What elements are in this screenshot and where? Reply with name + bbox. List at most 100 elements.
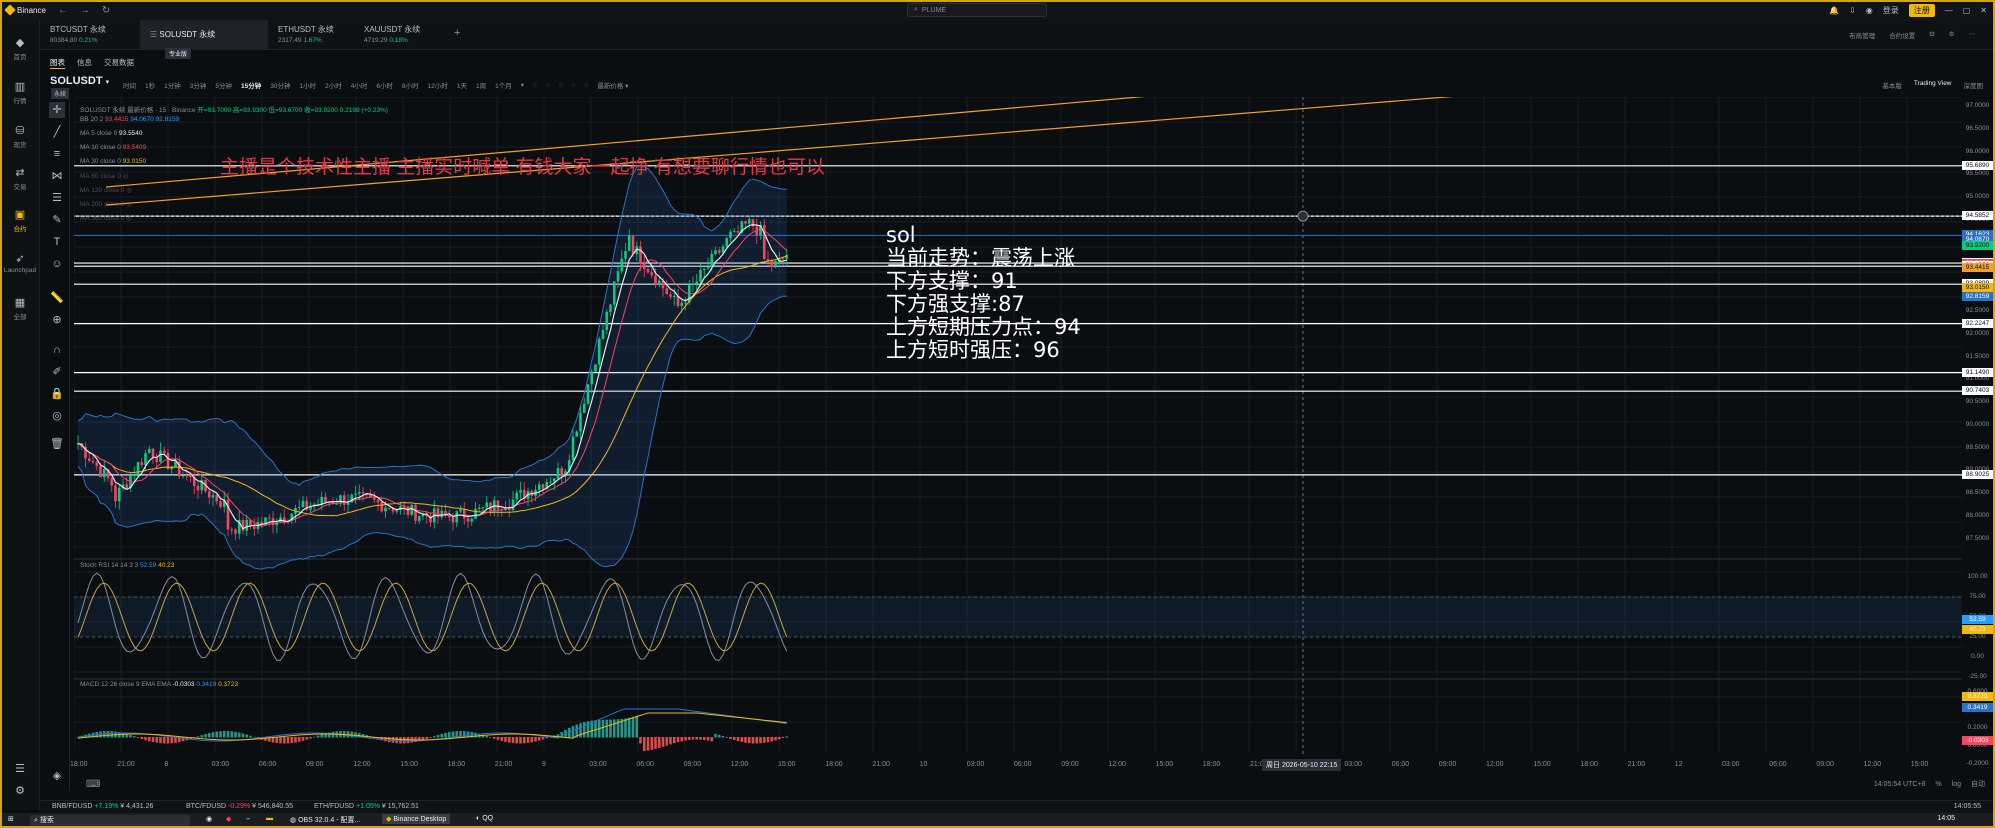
layout-icon[interactable]: ⊟ bbox=[1929, 30, 1934, 40]
settings-icon[interactable]: ⚙ bbox=[1949, 30, 1955, 40]
interval-9[interactable]: 4小时 bbox=[351, 80, 368, 90]
interval-1[interactable]: 1秒 bbox=[145, 80, 155, 90]
interval-4[interactable]: 5分钟 bbox=[215, 80, 232, 90]
search-input[interactable]: ⌕ PLUME bbox=[907, 3, 1047, 17]
edge-icon[interactable]: ◒ bbox=[246, 815, 250, 822]
layers-icon[interactable]: ◈ bbox=[49, 768, 65, 784]
subtab-chart[interactable]: 图表 bbox=[50, 57, 65, 69]
view-depth[interactable]: 深度图 bbox=[1964, 80, 1984, 90]
crosshair-icon[interactable]: ✛ bbox=[49, 102, 65, 118]
lock-icon[interactable]: 🔒 bbox=[49, 386, 65, 402]
tab-ethusdt[interactable]: ETHUSDT 永续 2317.49 1.67% bbox=[268, 20, 354, 50]
trend-line-icon[interactable]: ╱ bbox=[49, 124, 65, 140]
interval-13[interactable]: 1天 bbox=[457, 80, 467, 90]
ticker-item[interactable]: ETH/FDUSD +1.05% ¥ 15,762.51 bbox=[314, 803, 419, 810]
windows-start-icon[interactable]: ⊞ bbox=[8, 815, 14, 823]
pattern-icon[interactable]: ⋈ bbox=[49, 168, 65, 184]
view-basic[interactable]: 基本版 bbox=[1882, 80, 1902, 90]
futures-settings-link[interactable]: 合约设置 bbox=[1889, 30, 1915, 40]
text-icon[interactable]: T bbox=[49, 234, 65, 250]
eye-icon[interactable]: ◎ bbox=[126, 187, 132, 194]
minimize-icon[interactable]: — bbox=[1945, 6, 1953, 15]
price-type-select[interactable]: 最新价格 ▾ bbox=[597, 80, 628, 90]
eye-icon[interactable]: ◎ bbox=[49, 408, 65, 424]
emoji-icon[interactable]: ☺ bbox=[49, 256, 65, 272]
streamer-annotation[interactable]: 主播是个技术性主播 主播实时喊单 有钱大家一起挣 有想要聊行情也可以 bbox=[220, 152, 825, 179]
add-tab-icon[interactable]: + bbox=[444, 20, 470, 50]
ticker-item[interactable]: BTC/FDUSD -0.29% ¥ 546,840.55 bbox=[186, 803, 293, 810]
refresh-icon[interactable]: ↻ bbox=[102, 5, 110, 16]
maximize-icon[interactable]: ▢ bbox=[1963, 6, 1971, 15]
nav-markets[interactable]: ▥ 行情 bbox=[0, 80, 40, 105]
login-button[interactable]: 登录 bbox=[1883, 5, 1899, 16]
interval-12[interactable]: 12小时 bbox=[428, 80, 448, 90]
forward-arrow-icon[interactable]: → bbox=[80, 5, 90, 16]
log-toggle[interactable]: log bbox=[1952, 781, 1961, 788]
indicator-row[interactable]: MA 120 close 0 ◎ bbox=[80, 186, 132, 194]
interval-5[interactable]: 15分钟 bbox=[241, 80, 261, 90]
back-arrow-icon[interactable]: ← bbox=[58, 5, 68, 16]
interval-2[interactable]: 1分钟 bbox=[164, 80, 181, 90]
interval-7[interactable]: 1小时 bbox=[299, 80, 316, 90]
pro-badge[interactable]: 专业版 bbox=[165, 48, 192, 59]
user-icon[interactable]: ◉ bbox=[1866, 6, 1873, 15]
utc-clock[interactable]: 14:05:54 UTC+8 bbox=[1874, 781, 1926, 788]
price-chart[interactable] bbox=[74, 97, 1962, 755]
folder-icon[interactable]: ▬ bbox=[266, 815, 273, 822]
interval-14[interactable]: 1周 bbox=[476, 80, 486, 90]
taskbar-app-obs[interactable]: ◍ OBS 32.0.4 - 配置... bbox=[290, 815, 360, 825]
indicator-row[interactable]: MA 10 close 0 93.5409 bbox=[80, 144, 146, 151]
redo-icon[interactable]: ◌ bbox=[572, 82, 576, 89]
indicator-row[interactable]: MA 60 close 0 ◎ bbox=[80, 172, 128, 180]
interval-15[interactable]: 1个月 bbox=[495, 80, 512, 90]
ticker-item[interactable]: BNB/FDUSD +7.19% ¥ 4,431.26 bbox=[52, 803, 153, 810]
eye-icon[interactable]: ◎ bbox=[123, 173, 129, 180]
bell-icon[interactable]: 🔔 bbox=[1829, 6, 1839, 15]
indicator-row[interactable]: MA 30 close 0 93.0150 bbox=[80, 158, 146, 165]
chevron-down-icon[interactable]: ▾ bbox=[521, 81, 524, 89]
nav-all[interactable]: ▦ 全部 bbox=[0, 296, 40, 321]
analysis-annotation[interactable]: sol 当前走势：震荡上涨 下方支撑：91 下方强支撑:87 上方短期压力点：9… bbox=[886, 224, 1081, 362]
nav-collapse[interactable]: ☰ bbox=[0, 762, 40, 777]
undo-icon[interactable]: ◌ bbox=[559, 82, 563, 89]
pencil-lock-icon[interactable]: ✐ bbox=[49, 364, 65, 380]
subtab-info[interactable]: 信息 bbox=[77, 57, 92, 69]
zoom-icon[interactable]: ⊕ bbox=[49, 312, 65, 328]
percent-toggle[interactable]: % bbox=[1935, 781, 1941, 788]
indicator-row[interactable]: MA 200 close 0 ◎ bbox=[80, 200, 132, 208]
auto-toggle[interactable]: 自动 bbox=[1971, 779, 1985, 789]
taskbar-app-qq[interactable]: ◐ QQ bbox=[476, 815, 493, 822]
interval-0[interactable]: 时间 bbox=[123, 80, 136, 90]
replay-icon[interactable]: ◌ bbox=[584, 82, 588, 89]
eye-icon[interactable]: ◎ bbox=[126, 215, 132, 222]
nav-trade[interactable]: ⇄ 交易 bbox=[0, 166, 40, 191]
calendar-icon[interactable]: ⌨ bbox=[86, 779, 100, 790]
chrome-icon[interactable]: ◉ bbox=[206, 815, 212, 823]
indicator-icon[interactable]: ◌ bbox=[546, 82, 550, 89]
interval-11[interactable]: 8小时 bbox=[402, 80, 419, 90]
download-icon[interactable]: ⇩ bbox=[1849, 6, 1856, 15]
interval-6[interactable]: 30分钟 bbox=[270, 80, 290, 90]
nav-spot[interactable]: ⛁ 现货 bbox=[0, 124, 40, 149]
tab-solusdt[interactable]: ☰ SOLUSDT 永续 bbox=[140, 20, 268, 50]
candle-type-icon[interactable]: ◌ bbox=[533, 82, 537, 89]
tab-xauusdt[interactable]: XAUUSDT 永续 4719.29 0.18% bbox=[354, 20, 440, 50]
nav-settings[interactable]: ⚙ bbox=[0, 784, 40, 799]
interval-3[interactable]: 3分钟 bbox=[190, 80, 207, 90]
nav-launchpad[interactable]: ➶ Launchpad bbox=[0, 252, 40, 274]
close-icon[interactable]: ✕ bbox=[1980, 6, 1987, 15]
subtab-trading-data[interactable]: 交易数据 bbox=[104, 57, 134, 69]
magnet-icon[interactable]: ∩ bbox=[49, 342, 65, 358]
horizontal-lines-icon[interactable]: ≡ bbox=[49, 146, 65, 162]
eye-icon[interactable]: ◎ bbox=[126, 201, 132, 208]
interval-10[interactable]: 6小时 bbox=[376, 80, 393, 90]
indicator-row[interactable]: MA 5 close 0 93.5540 bbox=[80, 130, 143, 137]
nav-futures[interactable]: ▣ 合约 bbox=[0, 208, 40, 233]
ruler-icon[interactable]: 📏 bbox=[49, 290, 65, 306]
taskbar-app-binance[interactable]: ◆ Binance Desktop bbox=[382, 814, 451, 824]
tab-btcusdt[interactable]: BTCUSDT 永续 80384.80 0.21% bbox=[40, 20, 140, 50]
indicator-row[interactable]: BB 20 2 93.4415 94.0670 92.8159 bbox=[80, 116, 179, 123]
more-icon[interactable]: ⋯ bbox=[1969, 30, 1976, 40]
layout-manage-link[interactable]: 布局管理 bbox=[1849, 30, 1875, 40]
interval-8[interactable]: 2小时 bbox=[325, 80, 342, 90]
